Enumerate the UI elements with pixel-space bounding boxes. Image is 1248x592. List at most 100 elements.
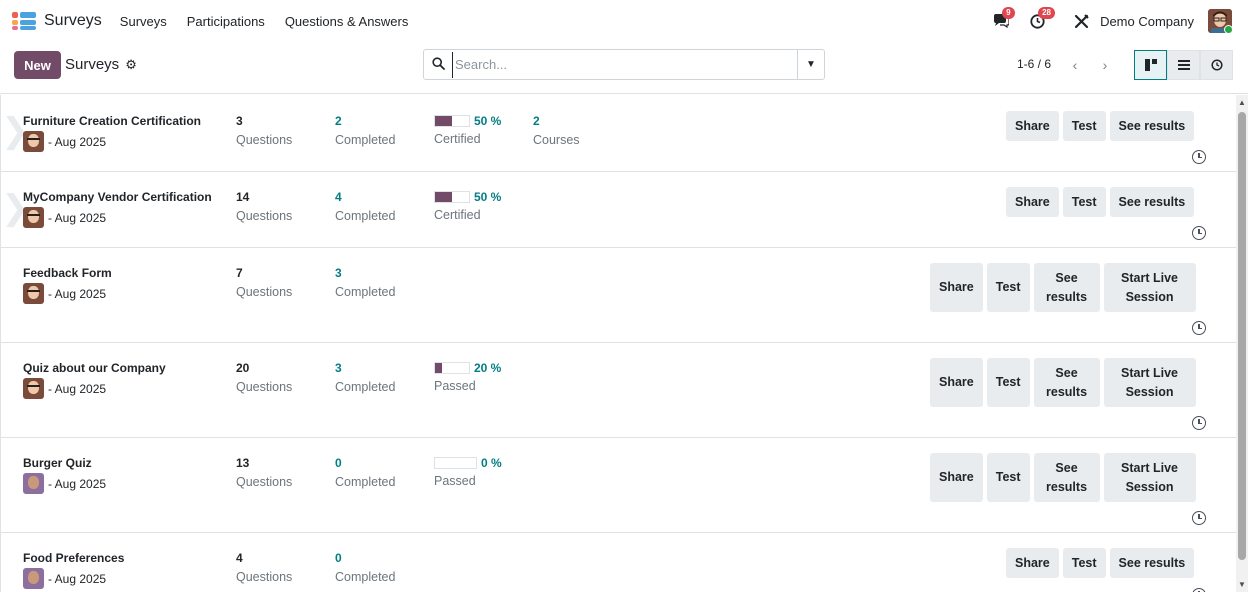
survey-owner: - Aug 2025 [23, 207, 106, 228]
completed-stat[interactable]: 2 Completed [335, 114, 395, 147]
test-button[interactable]: Test [986, 453, 1030, 502]
list-view-icon[interactable] [1167, 50, 1200, 80]
start-live-session-button[interactable]: Start Live Session [1103, 453, 1196, 502]
success-label: Passed [434, 474, 476, 488]
survey-row[interactable]: Food Preferences - Aug 2025 4 Questions … [0, 533, 1236, 592]
start-live-session-button[interactable]: Start Live Session [1103, 263, 1196, 312]
survey-row[interactable]: Quiz about our Company - Aug 2025 20 Que… [0, 343, 1236, 438]
survey-owner: - Aug 2025 [23, 131, 106, 152]
activity-view-icon[interactable] [1200, 50, 1233, 80]
vertical-scrollbar[interactable]: ▲ ▼ [1236, 95, 1248, 592]
activity-clock-icon[interactable] [1192, 150, 1206, 164]
activities-badge: 28 [1038, 7, 1055, 19]
owner-avatar[interactable] [23, 473, 44, 494]
test-button[interactable]: Test [1062, 111, 1106, 141]
surveys-app-icon[interactable] [12, 12, 36, 30]
activity-clock-icon[interactable] [1192, 416, 1206, 430]
scrollbar-thumb[interactable] [1238, 112, 1246, 560]
test-button[interactable]: Test [1062, 548, 1106, 578]
clock-icon[interactable]: 28 [1026, 7, 1055, 32]
share-button[interactable]: Share [1006, 548, 1059, 578]
questions-stat[interactable]: 7 Questions [236, 266, 292, 299]
menu-surveys[interactable]: Surveys [120, 14, 167, 29]
questions-stat[interactable]: 14 Questions [236, 190, 292, 223]
owner-avatar[interactable] [23, 568, 44, 589]
survey-title[interactable]: Food Preferences [23, 551, 124, 565]
pager-value[interactable]: 1-6 / 6 [1017, 57, 1051, 71]
survey-title[interactable]: Quiz about our Company [23, 361, 166, 375]
user-avatar[interactable] [1208, 9, 1232, 33]
success-label: Passed [434, 379, 476, 393]
see-results-button[interactable]: See results [1033, 263, 1100, 312]
kanban-view-icon[interactable] [1134, 50, 1167, 80]
success-progress: 0 % [434, 456, 502, 470]
online-status-indicator [1224, 25, 1232, 33]
share-button[interactable]: Share [930, 453, 983, 502]
completed-stat[interactable]: 0 Completed [335, 551, 395, 584]
start-live-session-button[interactable]: Start Live Session [1103, 358, 1196, 407]
completed-stat[interactable]: 3 Completed [335, 361, 395, 394]
gear-icon[interactable]: ⚙ [125, 57, 137, 73]
survey-title[interactable]: MyCompany Vendor Certification [23, 190, 212, 204]
see-results-button[interactable]: See results [1109, 111, 1195, 141]
see-results-button[interactable]: See results [1033, 358, 1100, 407]
see-results-button[interactable]: See results [1109, 548, 1195, 578]
owner-avatar[interactable] [23, 378, 44, 399]
owner-avatar[interactable] [23, 207, 44, 228]
row-actions: Share Test See results Start Live Sessio… [930, 453, 1196, 502]
share-button[interactable]: Share [930, 263, 983, 312]
certification-ribbon-icon: ❯ [1, 112, 30, 150]
survey-row[interactable]: Burger Quiz - Aug 2025 13 Questions 0 Co… [0, 438, 1236, 533]
search-input[interactable] [452, 51, 797, 78]
survey-date: - Aug 2025 [48, 210, 107, 225]
caret-down-icon[interactable]: ▼ [797, 50, 824, 79]
survey-row[interactable]: ❯ Furniture Creation Certification - Aug… [0, 95, 1236, 172]
survey-date: - Aug 2025 [48, 134, 107, 149]
survey-title[interactable]: Furniture Creation Certification [23, 114, 201, 128]
activity-clock-icon[interactable] [1192, 511, 1206, 525]
test-button[interactable]: Test [986, 263, 1030, 312]
see-results-button[interactable]: See results [1033, 453, 1100, 502]
tools-icon[interactable] [1070, 10, 1092, 32]
survey-row[interactable]: Feedback Form - Aug 2025 7 Questions 3 C… [0, 248, 1236, 343]
survey-title[interactable]: Burger Quiz [23, 456, 92, 470]
success-label: Certified [434, 132, 481, 146]
chevron-left-icon[interactable]: ‹ [1061, 51, 1089, 79]
survey-row[interactable]: ❯ MyCompany Vendor Certification - Aug 2… [0, 172, 1236, 248]
questions-stat[interactable]: 20 Questions [236, 361, 292, 394]
survey-title[interactable]: Feedback Form [23, 266, 112, 280]
new-button[interactable]: New [14, 51, 61, 79]
success-label: Certified [434, 208, 481, 222]
company-switcher[interactable]: Demo Company [1100, 14, 1194, 29]
app-title[interactable]: Surveys [44, 12, 102, 30]
scroll-up-icon[interactable]: ▲ [1238, 98, 1246, 107]
activity-clock-icon[interactable] [1192, 226, 1206, 240]
survey-date: - Aug 2025 [48, 381, 107, 396]
questions-stat[interactable]: 13 Questions [236, 456, 292, 489]
activity-clock-icon[interactable] [1192, 588, 1206, 592]
survey-date: - Aug 2025 [48, 571, 107, 586]
share-button[interactable]: Share [930, 358, 983, 407]
test-button[interactable]: Test [1062, 187, 1106, 217]
menu-participations[interactable]: Participations [187, 14, 265, 29]
test-button[interactable]: Test [986, 358, 1030, 407]
chat-icon[interactable]: 9 [990, 7, 1015, 32]
breadcrumb: Surveys ⚙ [65, 56, 137, 73]
share-button[interactable]: Share [1006, 111, 1059, 141]
scroll-down-icon[interactable]: ▼ [1238, 580, 1246, 589]
completed-stat[interactable]: 4 Completed [335, 190, 395, 223]
survey-date: - Aug 2025 [48, 286, 107, 301]
share-button[interactable]: Share [1006, 187, 1059, 217]
questions-stat[interactable]: 4 Questions [236, 551, 292, 584]
questions-stat[interactable]: 3 Questions [236, 114, 292, 147]
completed-stat[interactable]: 3 Completed [335, 266, 395, 299]
menu-questions-answers[interactable]: Questions & Answers [285, 14, 409, 29]
activity-clock-icon[interactable] [1192, 321, 1206, 335]
owner-avatar[interactable] [23, 283, 44, 304]
chevron-right-icon[interactable]: › [1091, 51, 1119, 79]
row-actions: Share Test See results [1006, 187, 1195, 217]
see-results-button[interactable]: See results [1109, 187, 1195, 217]
owner-avatar[interactable] [23, 131, 44, 152]
courses-stat[interactable]: 2 Courses [533, 114, 580, 147]
completed-stat[interactable]: 0 Completed [335, 456, 395, 489]
